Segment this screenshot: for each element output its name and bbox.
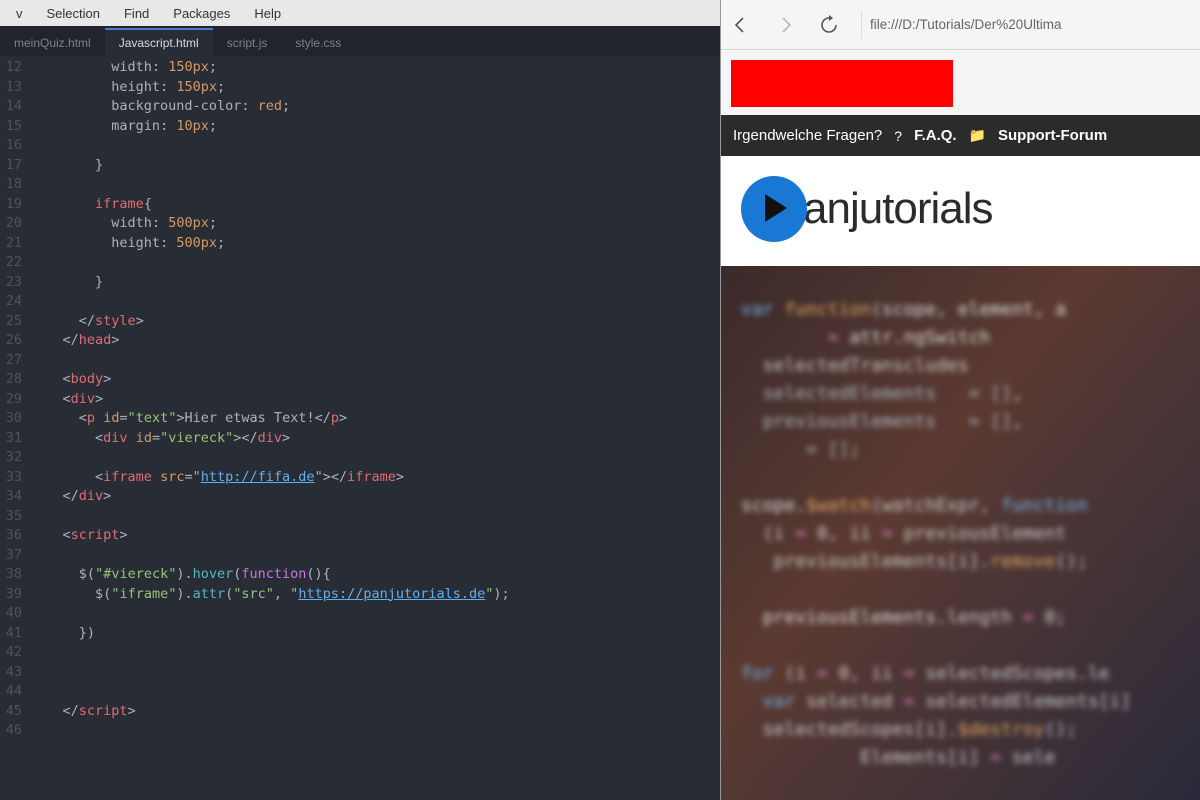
editor-pane: vSelectionFindPackagesHelp meinQuiz.html… [0, 0, 720, 800]
topbar-question: Irgendwelche Fragen? [733, 127, 882, 144]
red-box [731, 60, 953, 107]
refresh-button[interactable] [817, 13, 841, 37]
tab-Javascript-html[interactable]: Javascript.html [105, 28, 213, 56]
address-bar[interactable]: file:///D:/Tutorials/Der%20Ultima [861, 11, 1192, 39]
question-icon: ? [894, 128, 902, 144]
menu-help[interactable]: Help [242, 6, 293, 21]
menu-selection[interactable]: Selection [35, 6, 112, 21]
logo-mark-icon [739, 174, 809, 244]
forward-button[interactable] [773, 13, 797, 37]
back-button[interactable] [729, 13, 753, 37]
tab-style-css[interactable]: style.css [281, 30, 355, 56]
line-gutter: 1213141516171819202122232425262728293031… [0, 56, 30, 800]
logo-text: anjutorials [803, 184, 993, 234]
tab-meinQuiz-html[interactable]: meinQuiz.html [0, 30, 105, 56]
hero-image: var function(scope, element, a = attr.ng… [721, 266, 1200, 800]
menu-find[interactable]: Find [112, 6, 161, 21]
hero-blurred-code: var function(scope, element, a = attr.ng… [721, 266, 1200, 800]
menu-v[interactable]: v [4, 6, 35, 21]
folder-icon: 📁 [969, 127, 986, 144]
browser-nav: file:///D:/Tutorials/Der%20Ultima [721, 0, 1200, 50]
tab-bar: meinQuiz.htmlJavascript.htmlscript.jssty… [0, 26, 720, 56]
menu-packages[interactable]: Packages [161, 6, 242, 21]
menubar: vSelectionFindPackagesHelp [0, 0, 720, 26]
site-logo: anjutorials [721, 156, 1200, 266]
support-forum-link[interactable]: Support-Forum [998, 127, 1107, 144]
code-content[interactable]: width: 150px; height: 150px; background-… [30, 56, 720, 800]
browser-pane: file:///D:/Tutorials/Der%20Ultima Irgend… [720, 0, 1200, 800]
tab-script-js[interactable]: script.js [213, 30, 282, 56]
faq-link[interactable]: F.A.Q. [914, 127, 957, 144]
code-area[interactable]: 1213141516171819202122232425262728293031… [0, 56, 720, 800]
site-topbar: Irgendwelche Fragen? ? F.A.Q. 📁 Support-… [721, 115, 1200, 156]
